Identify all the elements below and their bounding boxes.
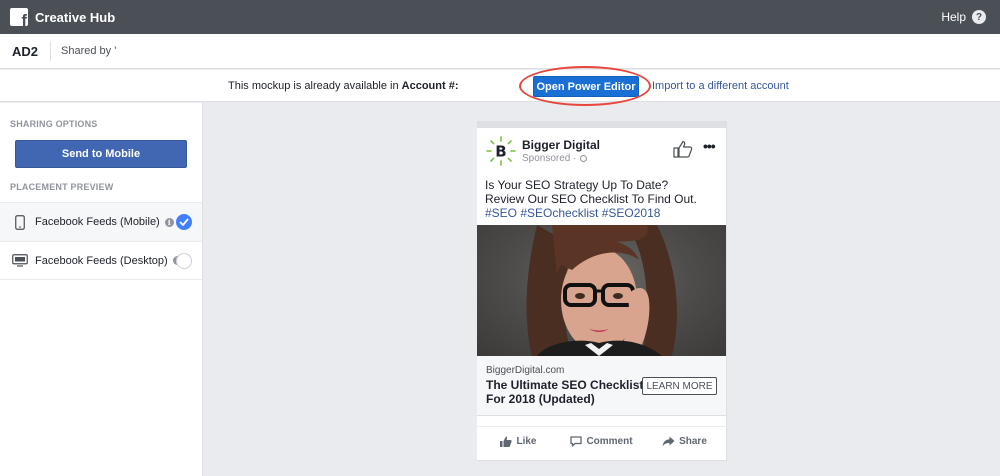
placement-desktop-feed[interactable]: Facebook Feeds (Desktop) i bbox=[0, 241, 202, 280]
placement-preview-heading: PLACEMENT PREVIEW bbox=[10, 182, 114, 192]
divider bbox=[50, 41, 52, 61]
logo-letter: B bbox=[495, 143, 506, 161]
learn-more-button[interactable]: LEARN MORE bbox=[642, 377, 717, 395]
sidebar: SHARING OPTIONS Send to Mobile PLACEMENT… bbox=[0, 103, 203, 476]
post-body: Is Your SEO Strategy Up To Date? Review … bbox=[485, 178, 720, 220]
globe-icon bbox=[580, 155, 588, 162]
selected-check-icon[interactable] bbox=[176, 214, 192, 230]
bigger-digital-logo-icon[interactable]: B bbox=[486, 136, 516, 166]
share-arrow-icon bbox=[662, 436, 675, 447]
placement-mobile-feed[interactable]: Facebook Feeds (Mobile) i bbox=[0, 202, 202, 241]
like-label: Like bbox=[516, 436, 537, 447]
post-text-line: Review Our SEO Checklist To Find Out. bbox=[485, 192, 697, 206]
sponsored-label: Sponsored · bbox=[522, 153, 588, 164]
sharing-options-heading: SHARING OPTIONS bbox=[10, 119, 98, 129]
unselected-radio-icon[interactable] bbox=[176, 252, 192, 269]
comment-bubble-icon bbox=[570, 436, 583, 447]
share-label: Share bbox=[679, 436, 707, 447]
help-link[interactable]: Help ? bbox=[941, 0, 986, 34]
more-options-icon[interactable]: ••• bbox=[703, 138, 716, 154]
top-bar: f Creative Hub Help ? bbox=[0, 0, 1000, 34]
ad-name: AD2 bbox=[12, 43, 39, 59]
availability-notice: This mockup is already available in Acco… bbox=[0, 70, 1000, 102]
page-name[interactable]: Bigger Digital bbox=[522, 138, 600, 152]
send-to-mobile-button[interactable]: Send to Mobile bbox=[15, 140, 187, 168]
link-headline: The Ultimate SEO Checklist For 2018 (Upd… bbox=[486, 378, 644, 406]
shared-by-text: Shared by ' bbox=[61, 45, 117, 57]
post-text-line: Is Your SEO Strategy Up To Date? bbox=[485, 178, 669, 192]
facebook-logo-icon[interactable]: f bbox=[10, 8, 28, 26]
app-title[interactable]: Creative Hub bbox=[35, 10, 115, 25]
notice-text: This mockup is already available in Acco… bbox=[228, 80, 459, 92]
comment-label: Comment bbox=[586, 436, 633, 447]
mobile-phone-icon bbox=[10, 214, 30, 230]
like-button[interactable]: Like bbox=[477, 427, 560, 456]
woman-with-glasses-photo bbox=[526, 225, 677, 356]
share-button[interactable]: Share bbox=[643, 427, 726, 456]
ad-header: AD2 Shared by ' bbox=[0, 34, 1000, 69]
info-icon[interactable]: i bbox=[164, 217, 174, 227]
link-domain: BiggerDigital.com bbox=[486, 365, 565, 376]
link-attachment[interactable]: BiggerDigital.com The Ultimate SEO Check… bbox=[477, 356, 726, 416]
placement-label: Facebook Feeds (Mobile) bbox=[35, 216, 160, 228]
account-label: Account #: bbox=[401, 80, 459, 92]
desktop-monitor-icon bbox=[10, 254, 30, 267]
ad-preview-card: B Bigger Digital Sponsored · ••• Is Your… bbox=[477, 128, 726, 460]
placement-label: Facebook Feeds (Desktop) bbox=[35, 254, 168, 267]
open-power-editor-button[interactable]: Open Power Editor bbox=[533, 76, 639, 97]
ad-image[interactable] bbox=[477, 225, 726, 356]
like-page-icon[interactable] bbox=[673, 140, 693, 161]
post-hashtags[interactable]: #SEO #SEOchecklist #SEO2018 bbox=[485, 206, 720, 220]
help-label[interactable]: Help bbox=[941, 10, 966, 24]
post-actions-bar: Like Comment Share bbox=[477, 426, 726, 456]
help-icon[interactable]: ? bbox=[972, 10, 986, 24]
import-account-link[interactable]: Import to a different account bbox=[652, 80, 789, 92]
comment-button[interactable]: Comment bbox=[560, 427, 643, 456]
thumbs-up-icon bbox=[500, 436, 513, 447]
